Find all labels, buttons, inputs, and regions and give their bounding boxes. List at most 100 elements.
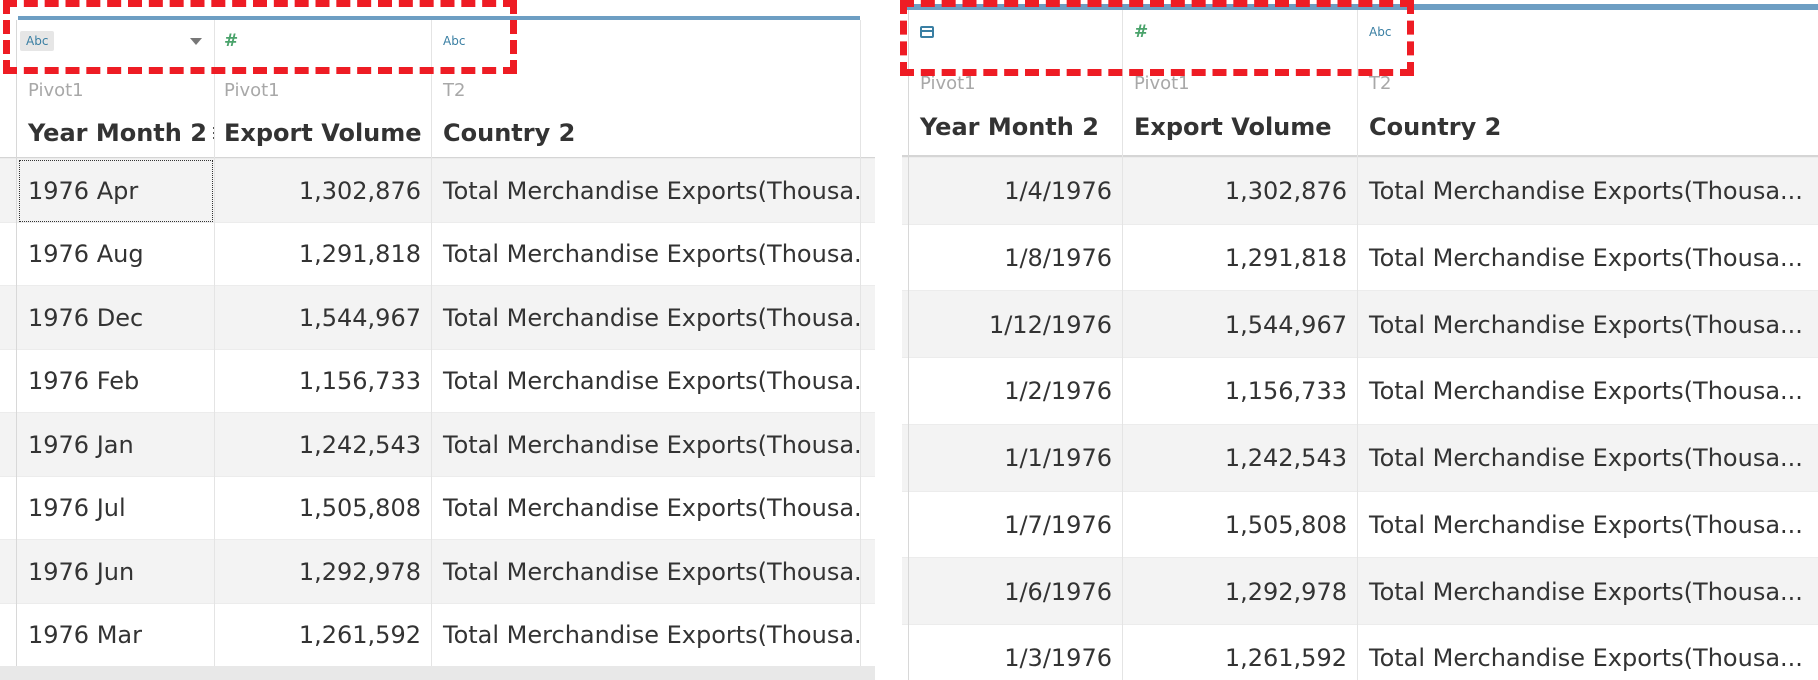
year-month-cell[interactable]: 1/12/1976 [902,291,1122,358]
country-cell[interactable]: Total Merchandise Exports(Thousa... [431,223,860,287]
year-month-cell[interactable]: 1976 Jul [18,477,214,541]
column-header-country[interactable]: Country 2 [1357,104,1818,150]
export-volume-cell[interactable]: 1,261,592 [1122,625,1357,680]
year-month-cell[interactable]: 1/2/1976 [902,358,1122,425]
export-volume-cell[interactable]: 1,156,733 [1122,358,1357,425]
country-cell[interactable]: Total Merchandise Exports(Thousa... [431,604,860,668]
export-volume-cell[interactable]: 1,292,978 [214,540,431,604]
export-volume-cell[interactable]: 1,302,876 [214,159,431,223]
country-cell[interactable]: Total Merchandise Exports(Thousa... [431,350,860,414]
table-row[interactable]: 1976 Dec 1,544,967 Total Merchandise Expor… [0,285,875,350]
country-cell[interactable]: Total Merchandise Exports(Thousa... [1357,225,1818,292]
column-header-export-volume[interactable]: Export Volume [1122,104,1357,150]
table-row[interactable]: 1976 Mar 1,261,592 Total Merchandise Expor… [0,602,875,668]
column-source-label: Pivot1 [1134,72,1190,94]
table-row[interactable]: 1976 Apr 1,302,876 Total Merchandise Expor… [0,158,875,223]
year-month-cell[interactable]: 1/3/1976 [902,625,1122,680]
column-type-export-volume[interactable]: # [214,20,431,62]
year-month-cell[interactable]: 1/4/1976 [902,158,1122,225]
country-cell[interactable]: Total Merchandise Exports(Thousa... [1357,425,1818,492]
table-row[interactable]: 1976 Feb 1,156,733 Total Merchandise Expor… [0,348,875,414]
country-cell[interactable]: Total Merchandise Exports(Thousa... [1357,358,1818,425]
table-row[interactable]: 1/8/1976 1,291,818 Total Merchandise Expor… [902,223,1818,292]
year-month-cell[interactable]: 1976 Jan [18,413,214,477]
table-row[interactable]: 1/2/1976 1,156,733 Total Merchandise Expor… [902,357,1818,425]
column-type-year-month[interactable] [902,12,1122,52]
country-cell[interactable]: Total Merchandise Exports(Thousa... [431,477,860,541]
calendar-type-icon[interactable] [920,26,934,38]
chevron-down-icon[interactable] [190,38,202,45]
year-month-cell[interactable]: 1976 Mar [18,604,214,668]
table-row[interactable]: 1976 Jan 1,242,543 Total Merchandise Expor… [0,412,875,477]
column-divider[interactable] [431,20,432,680]
column-header-year-month[interactable]: Year Month 2 [18,110,214,156]
export-volume-cell[interactable]: 1,544,967 [1122,291,1357,358]
country-cell[interactable]: Total Merchandise Exports(Thousa... [1357,625,1818,680]
table-row[interactable]: 1976 Aug 1,291,818 Total Merchandise Expor… [0,221,875,287]
year-month-cell[interactable]: 1976 Feb [18,350,214,414]
right-data-grid: # Abc Pivot1 Pivot1 T2 Year Month 2 Expo… [902,0,1818,680]
left-data-grid: Abc # Abc Pivot1 Pivot1 T2 Year Month 2 … [0,0,875,680]
year-month-cell[interactable]: 1976 Apr [18,159,214,223]
year-month-cell[interactable]: 1/1/1976 [902,425,1122,492]
column-source-label: T2 [1369,72,1392,94]
table-row[interactable]: 1/1/1976 1,242,543 Total Merchandise Expor… [902,423,1818,492]
export-volume-cell[interactable]: 1,242,543 [1122,425,1357,492]
column-type-export-volume[interactable]: # [1122,12,1357,52]
type-row: # Abc [902,12,1818,52]
year-month-cell[interactable]: 1976 Dec [18,286,214,350]
export-volume-cell[interactable]: 1,302,876 [1122,158,1357,225]
country-cell[interactable]: Total Merchandise Exports(Thousa... [431,540,860,604]
column-type-country[interactable]: Abc [431,20,860,62]
country-cell[interactable]: Total Merchandise Exports(Thousa... [1357,158,1818,225]
horizontal-scrollbar[interactable] [0,666,875,680]
export-volume-cell[interactable]: 1,544,967 [214,286,431,350]
country-cell[interactable]: Total Merchandise Exports(Thousa... [1357,291,1818,358]
grid-edge [16,20,17,680]
abc-type-icon[interactable]: Abc [1369,25,1391,39]
table-row[interactable]: 1/4/1976 1,302,876 Total Merchandise Expor… [902,157,1818,225]
year-month-cell[interactable]: 1/6/1976 [902,558,1122,625]
country-cell[interactable]: Total Merchandise Exports(Thousa... [1357,492,1818,559]
table-row[interactable]: 1976 Jul 1,505,808 Total Merchandise Expor… [0,475,875,541]
column-divider[interactable] [214,20,215,680]
type-row: Abc # Abc [0,20,875,62]
abc-type-icon[interactable]: Abc [443,34,465,48]
number-type-icon[interactable]: # [224,31,238,51]
country-cell[interactable]: Total Merchandise Exports(Thousa... [431,413,860,477]
column-header-export-volume[interactable]: Export Volume [214,110,431,156]
table-row[interactable]: 1/12/1976 1,544,967 Total Merchandise Expo… [902,290,1818,359]
export-volume-cell[interactable]: 1,291,818 [214,223,431,287]
export-volume-cell[interactable]: 1,505,808 [1122,492,1357,559]
year-month-cell[interactable]: 1976 Jun [18,540,214,604]
export-volume-cell[interactable]: 1,292,978 [1122,558,1357,625]
column-divider[interactable] [860,20,861,680]
field-name-row: Year Month 2 Export Volume Country 2 [902,104,1818,150]
abc-type-icon[interactable]: Abc [20,31,55,51]
column-divider[interactable] [1122,10,1123,680]
column-header-year-month[interactable]: Year Month 2 [902,104,1122,150]
column-header-country[interactable]: Country 2 [431,110,860,156]
column-source-label: T2 [443,79,466,101]
country-cell[interactable]: Total Merchandise Exports(Thousa... [431,286,860,350]
table-row[interactable]: 1/6/1976 1,292,978 Total Merchandise Expor… [902,557,1818,625]
country-cell[interactable]: Total Merchandise Exports(Thousa... [431,159,860,223]
number-type-icon[interactable]: # [1134,22,1148,42]
column-type-country[interactable]: Abc [1357,12,1818,52]
country-cell[interactable]: Total Merchandise Exports(Thousa... [1357,558,1818,625]
year-month-cell[interactable]: 1/7/1976 [902,492,1122,559]
column-source-label: Pivot1 [28,79,84,101]
table-row[interactable]: 1976 Jun 1,292,978 Total Merchandise Expor… [0,539,875,604]
year-month-cell[interactable]: 1/8/1976 [902,225,1122,292]
table-row[interactable]: 1/7/1976 1,505,808 Total Merchandise Expor… [902,490,1818,559]
export-volume-cell[interactable]: 1,156,733 [214,350,431,414]
export-volume-cell[interactable]: 1,291,818 [1122,225,1357,292]
export-volume-cell[interactable]: 1,505,808 [214,477,431,541]
export-volume-cell[interactable]: 1,261,592 [214,604,431,668]
column-type-year-month[interactable]: Abc [18,20,214,62]
export-volume-cell[interactable]: 1,242,543 [214,413,431,477]
panel-gap [875,0,902,680]
table-row[interactable]: 1/3/1976 1,261,592 Total Merchandise Expor… [902,623,1818,680]
column-divider[interactable] [1357,10,1358,680]
year-month-cell[interactable]: 1976 Aug [18,223,214,287]
